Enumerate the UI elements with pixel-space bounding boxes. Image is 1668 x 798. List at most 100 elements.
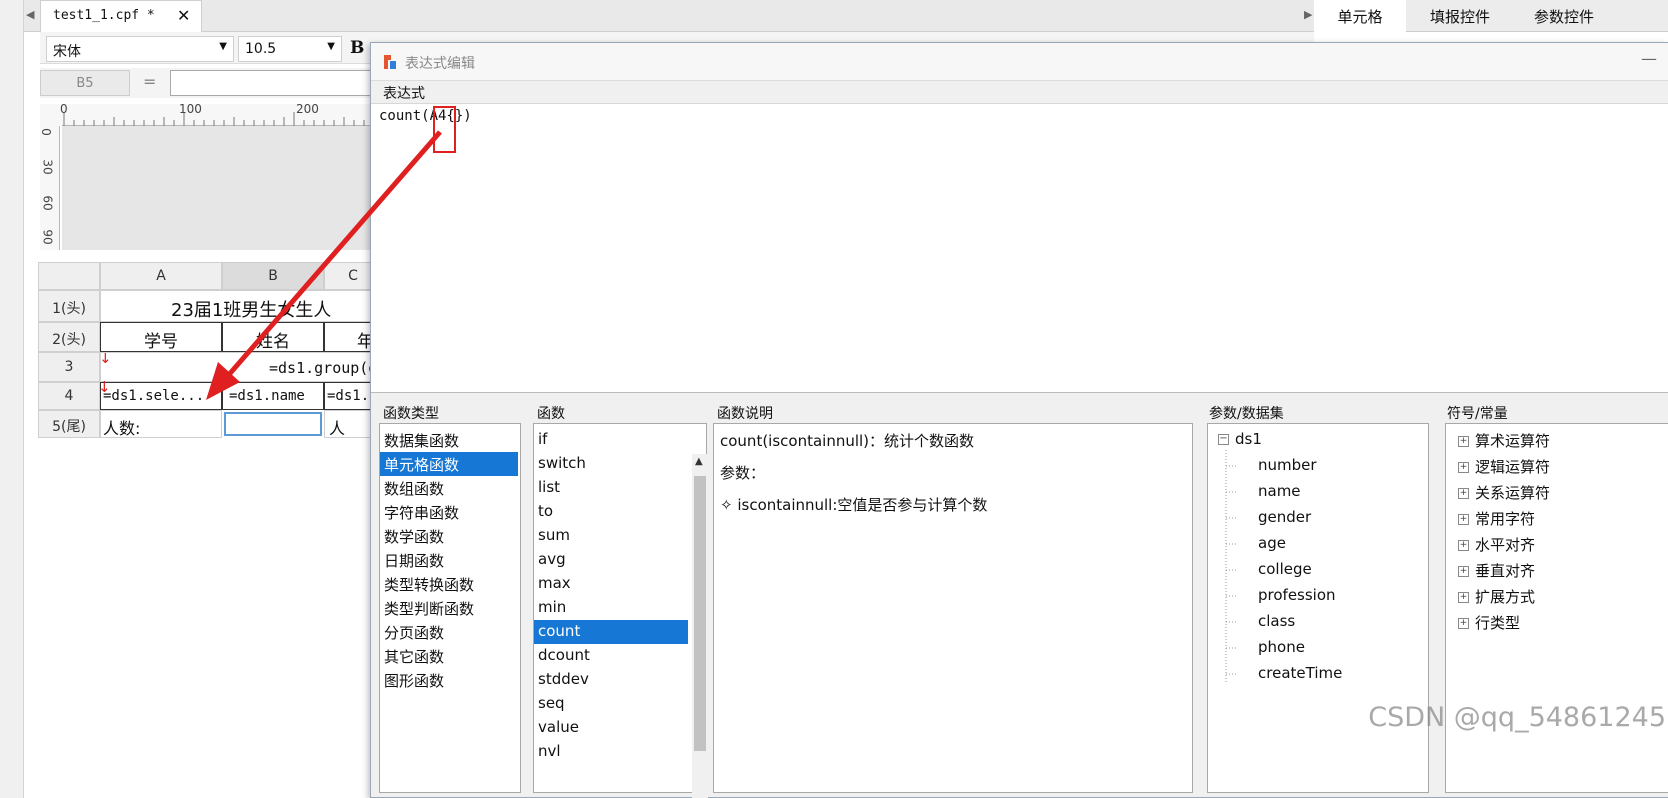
expand-down-arrow-icon: ↓ <box>100 352 112 367</box>
symbol-category-label: 算术运算符 <box>1475 432 1551 450</box>
property-panel-tabs: 单元格 填报控件 参数控件 <box>1314 0 1668 32</box>
scroll-up-icon[interactable]: ▲ <box>695 456 703 467</box>
symbols-tree[interactable]: + 算术运算符 + 逻辑运算符 + 关系运算符 + 常用字符 + 水平对齐 + 垂直对齐 +… <box>1445 423 1668 793</box>
expand-icon[interactable]: + <box>1458 618 1469 629</box>
function-list[interactable]: if switch list to sum avg max min count … <box>533 423 708 798</box>
symbol-category-label: 行类型 <box>1475 614 1521 632</box>
function-list-scrollbar[interactable]: ▲ <box>692 454 708 798</box>
list-item[interactable]: 分页函数 <box>380 620 448 644</box>
function-type-list[interactable]: 数据集函数 单元格函数 数组函数 字符串函数 数学函数 日期函数 类型转换函数 … <box>379 423 521 793</box>
list-item[interactable]: avg <box>534 548 570 572</box>
cell-reference-box[interactable]: B5 <box>40 70 130 96</box>
expand-icon[interactable]: + <box>1458 540 1469 551</box>
function-title: 函数 <box>537 406 565 422</box>
list-item[interactable]: nvl <box>534 740 565 764</box>
list-item[interactable]: stddev <box>534 668 593 692</box>
list-item[interactable]: seq <box>534 692 569 716</box>
header-cell[interactable]: 学号 <box>100 322 222 352</box>
scroll-thumb[interactable] <box>694 476 706 751</box>
expand-icon[interactable]: + <box>1458 514 1469 525</box>
list-item[interactable]: 数据集函数 <box>380 428 463 452</box>
tab-scroll-left-icon[interactable]: ◀ <box>26 8 34 21</box>
expression-text[interactable]: count(A4{}) <box>379 108 472 124</box>
list-item[interactable]: sum <box>534 524 574 548</box>
list-item[interactable]: list <box>534 476 564 500</box>
footer-cell[interactable]: 人数: <box>100 410 222 438</box>
dialog-title-bar[interactable]: 表达式编辑 — <box>371 43 1668 81</box>
list-item[interactable]: max <box>534 572 575 596</box>
dataset-field[interactable]: college <box>1258 560 1312 578</box>
description-title: 函数说明 <box>717 406 773 422</box>
expression-editor[interactable]: count(A4{}) <box>371 103 1668 393</box>
title-cell[interactable]: 23届1班男生女生人 <box>100 290 382 322</box>
list-item[interactable]: 数学函数 <box>380 524 448 548</box>
list-item[interactable]: value <box>534 716 583 740</box>
font-family-select[interactable]: 宋体 ▼ <box>46 36 234 62</box>
expand-icon[interactable]: + <box>1458 436 1469 447</box>
list-item[interactable]: min <box>534 596 570 620</box>
column-header-a[interactable]: A <box>100 262 222 290</box>
dataset-field[interactable]: createTime <box>1258 664 1342 682</box>
symbol-category[interactable]: + 行类型 <box>1458 612 1520 633</box>
list-item[interactable]: 其它函数 <box>380 644 448 668</box>
tab-cell[interactable]: 单元格 <box>1314 0 1406 32</box>
expand-icon[interactable]: + <box>1458 488 1469 499</box>
list-item[interactable]: 数组函数 <box>380 476 448 500</box>
list-item[interactable]: if <box>534 428 551 452</box>
symbol-category[interactable]: + 垂直对齐 <box>1458 560 1535 581</box>
dataset-tree[interactable]: − ds1 number name gender age college prof… <box>1207 423 1429 793</box>
row-header[interactable]: 5(尾) <box>38 410 100 438</box>
dataset-field[interactable]: gender <box>1258 508 1311 526</box>
row-header[interactable]: 3 <box>38 352 100 382</box>
data-cell[interactable]: =ds1.name <box>222 382 324 410</box>
symbol-category[interactable]: + 关系运算符 <box>1458 482 1550 503</box>
minimize-icon[interactable]: — <box>1641 49 1657 68</box>
active-cell-b5[interactable] <box>224 412 322 436</box>
expand-icon[interactable]: + <box>1458 566 1469 577</box>
font-size-select[interactable]: 10.5 ▼ <box>238 36 342 62</box>
symbol-category[interactable]: + 常用字符 <box>1458 508 1535 529</box>
symbol-category[interactable]: + 水平对齐 <box>1458 534 1535 555</box>
list-item[interactable]: dcount <box>534 644 594 668</box>
symbols-group: 符号/常量 + 算术运算符 + 逻辑运算符 + 关系运算符 + 常用字符 + 水平对齐 +… <box>1437 397 1668 797</box>
dataset-root[interactable]: − ds1 <box>1218 430 1262 448</box>
header-cell[interactable]: 姓名 <box>222 322 324 352</box>
collapse-icon[interactable]: − <box>1218 434 1229 445</box>
formula-input[interactable] <box>170 70 380 96</box>
dataset-field[interactable]: phone <box>1258 638 1305 656</box>
row-header[interactable]: 4 <box>38 382 100 410</box>
list-item[interactable]: switch <box>534 452 590 476</box>
tab-fill-controls[interactable]: 填报控件 <box>1410 0 1510 32</box>
cell-reference-highlight <box>433 106 456 153</box>
list-item[interactable]: 图形函数 <box>380 668 448 692</box>
close-tab-icon[interactable]: ✕ <box>177 6 190 25</box>
symbol-category[interactable]: + 算术运算符 <box>1458 430 1550 451</box>
list-item-selected[interactable]: 单元格函数 <box>380 452 518 476</box>
expand-icon[interactable]: + <box>1458 592 1469 603</box>
dataset-group: 参数/数据集 − ds1 number name gender age colle… <box>1199 397 1435 797</box>
symbol-category[interactable]: + 扩展方式 <box>1458 586 1535 607</box>
ruler-tick-label: 0 <box>60 102 68 116</box>
list-item-selected[interactable]: count <box>534 620 688 644</box>
dataset-field[interactable]: profession <box>1258 586 1336 604</box>
column-header-b[interactable]: B <box>222 262 324 290</box>
list-item[interactable]: 日期函数 <box>380 548 448 572</box>
font-size-value: 10.5 <box>245 41 277 57</box>
tab-scroll-right-icon[interactable]: ▶ <box>1304 8 1312 21</box>
symbol-category[interactable]: + 逻辑运算符 <box>1458 456 1550 477</box>
list-item[interactable]: 类型转换函数 <box>380 572 478 596</box>
document-tab[interactable]: test1_1.cpf * ✕ <box>40 0 202 32</box>
bold-button[interactable]: B <box>350 38 364 58</box>
row-header[interactable]: 1(头) <box>38 290 100 322</box>
dataset-field[interactable]: number <box>1258 456 1317 474</box>
list-item[interactable]: 字符串函数 <box>380 500 463 524</box>
expand-icon[interactable]: + <box>1458 462 1469 473</box>
row-header[interactable]: 2(头) <box>38 322 100 352</box>
dataset-field[interactable]: age <box>1258 534 1286 552</box>
dataset-field[interactable]: class <box>1258 612 1295 630</box>
list-item[interactable]: 类型判断函数 <box>380 596 478 620</box>
dataset-field[interactable]: name <box>1258 482 1301 500</box>
list-item[interactable]: to <box>534 500 557 524</box>
tab-param-controls[interactable]: 参数控件 <box>1514 0 1614 32</box>
selected-data-cell[interactable]: =ds1.sele... <box>100 382 222 410</box>
